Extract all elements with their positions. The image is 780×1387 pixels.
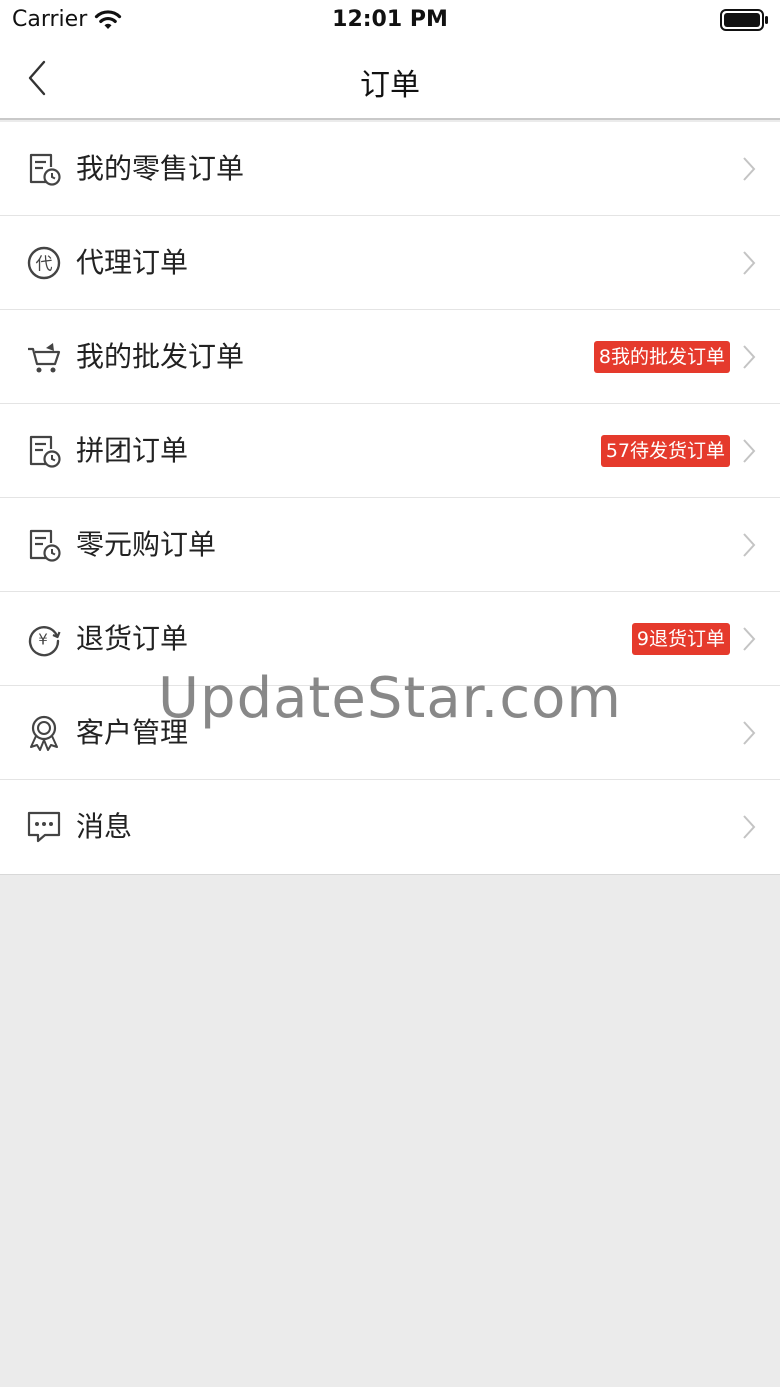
menu-item-label: 我的批发订单 — [76, 340, 245, 373]
chevron-right-icon — [743, 157, 756, 181]
navigation-bar: 订单 — [0, 40, 780, 120]
menu-item-zero-yuan-orders[interactable]: 零元购订单 — [0, 498, 780, 592]
receipt-clock-icon — [26, 527, 62, 563]
chevron-right-icon — [743, 815, 756, 839]
menu-item-label: 我的零售订单 — [76, 152, 245, 185]
menu-item-wholesale-orders[interactable]: 我的批发订单 8我的批发订单 — [0, 310, 780, 404]
menu-item-label: 代理订单 — [76, 246, 189, 279]
menu-item-agent-orders[interactable]: 代 代理订单 — [0, 216, 780, 310]
chevron-right-icon — [743, 533, 756, 557]
receipt-clock-icon — [26, 433, 62, 469]
status-time: 12:01 PM — [332, 7, 448, 32]
svg-text:¥: ¥ — [38, 631, 48, 649]
menu-item-messages[interactable]: 消息 — [0, 780, 780, 874]
svg-text:代: 代 — [36, 255, 53, 275]
chat-bubble-icon — [26, 809, 62, 845]
chevron-right-icon — [743, 439, 756, 463]
cart-icon — [26, 339, 62, 375]
status-bar: Carrier 12:01 PM — [0, 0, 780, 40]
menu-item-return-orders[interactable]: ¥ 退货订单 9退货订单 — [0, 592, 780, 686]
chevron-right-icon — [743, 721, 756, 745]
menu-list: 我的零售订单 代 代理订单 我的批发订单 8我的批发订单 拼团订单 57待发货订… — [0, 122, 780, 875]
menu-item-label: 客户管理 — [76, 716, 189, 749]
chevron-right-icon — [743, 345, 756, 369]
yuan-refund-icon: ¥ — [26, 621, 62, 657]
chevron-right-icon — [743, 251, 756, 275]
return-count-badge: 9退货订单 — [631, 623, 730, 655]
chevron-right-icon — [743, 627, 756, 651]
menu-item-retail-orders[interactable]: 我的零售订单 — [0, 122, 780, 216]
menu-item-label: 拼团订单 — [76, 434, 189, 467]
pending-shipment-badge: 57待发货订单 — [600, 435, 730, 467]
receipt-clock-icon — [26, 151, 62, 187]
wholesale-count-badge: 8我的批发订单 — [593, 341, 730, 373]
menu-item-label: 零元购订单 — [76, 528, 217, 561]
agent-circle-icon: 代 — [26, 245, 62, 281]
menu-item-label: 消息 — [76, 810, 133, 843]
page-title: 订单 — [360, 68, 420, 103]
battery-icon — [720, 8, 770, 36]
menu-item-customer-management[interactable]: 客户管理 — [0, 686, 780, 780]
award-medal-icon — [26, 715, 62, 751]
menu-item-label: 退货订单 — [76, 622, 189, 655]
menu-item-group-buy-orders[interactable]: 拼团订单 57待发货订单 — [0, 404, 780, 498]
